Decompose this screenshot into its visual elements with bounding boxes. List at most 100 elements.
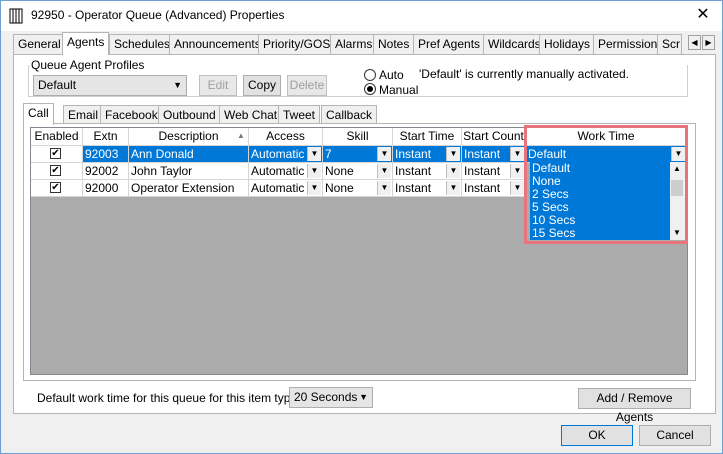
- chevron-down-icon[interactable]: ▼: [510, 147, 524, 161]
- start-count-cell[interactable]: Instant ▼: [462, 163, 526, 180]
- tab-pref-agents[interactable]: Pref Agents: [413, 34, 486, 54]
- enabled-cell[interactable]: ✔: [31, 146, 83, 163]
- tab-schedules[interactable]: Schedules: [109, 34, 176, 54]
- chevron-down-icon: ▼: [173, 80, 182, 90]
- column-header-description[interactable]: Description: [129, 128, 249, 146]
- manual-radio[interactable]: [364, 83, 376, 95]
- tab-alarms[interactable]: Alarms: [330, 34, 378, 54]
- extn-cell: 92000: [83, 180, 129, 197]
- sort-ascending-icon: ▲: [237, 131, 245, 140]
- chevron-down-icon[interactable]: ▼: [510, 164, 524, 178]
- skill-cell[interactable]: None ▼: [323, 163, 393, 180]
- column-header-skill[interactable]: Skill: [323, 128, 393, 146]
- access-cell[interactable]: Automatic ▼: [249, 163, 323, 180]
- chevron-down-icon[interactable]: ▼: [446, 164, 460, 178]
- access-value: Automatic: [251, 164, 305, 178]
- start-time-value: Instant: [395, 181, 432, 195]
- subtab-outbound[interactable]: Outbound: [158, 105, 221, 124]
- extn-cell: 92002: [83, 163, 129, 180]
- window-title: 92950 - Operator Queue (Advanced) Proper…: [31, 8, 285, 22]
- skill-cell[interactable]: None ▼: [323, 180, 393, 197]
- chevron-down-icon[interactable]: ▼: [510, 181, 524, 195]
- subtab-email[interactable]: Email: [63, 105, 104, 124]
- access-cell[interactable]: Automatic ▼: [249, 146, 323, 163]
- subtab-web-chat[interactable]: Web Chat: [219, 105, 283, 124]
- access-value: Automatic: [251, 147, 305, 161]
- chevron-down-icon[interactable]: ▼: [377, 147, 391, 161]
- auto-radio[interactable]: [364, 69, 376, 81]
- column-header-extn[interactable]: Extn: [83, 128, 129, 146]
- start-time-value: Instant: [395, 164, 432, 178]
- activation-status-text: 'Default' is currently manually activate…: [419, 67, 630, 81]
- chevron-down-icon[interactable]: ▼: [307, 181, 321, 195]
- start-count-value: Instant: [464, 164, 501, 178]
- work-time-highlight: [524, 125, 688, 244]
- description-cell: John Taylor: [129, 163, 249, 180]
- column-header-start-time[interactable]: Start Time: [393, 128, 462, 146]
- extn-cell: 92003: [83, 146, 129, 163]
- copy-button[interactable]: Copy: [243, 75, 281, 96]
- enabled-checkbox[interactable]: ✔: [50, 182, 61, 193]
- start-count-value: Instant: [464, 147, 501, 161]
- title-bar: 92950 - Operator Queue (Advanced) Proper…: [1, 1, 722, 31]
- default-work-time-label: Default work time for this queue for thi…: [37, 391, 301, 405]
- skill-value: None: [325, 164, 354, 178]
- start-time-cell[interactable]: Instant ▼: [393, 163, 462, 180]
- subtab-facebook[interactable]: Facebook: [100, 105, 163, 124]
- manual-radio-label: Manual: [379, 83, 419, 97]
- subtab-call[interactable]: Call: [23, 103, 54, 125]
- tab-holidays[interactable]: Holidays: [539, 34, 596, 54]
- start-time-cell[interactable]: Instant ▼: [393, 146, 462, 163]
- enabled-cell[interactable]: ✔: [31, 163, 83, 180]
- tab-scripts[interactable]: Scr: [657, 34, 682, 54]
- chevron-down-icon[interactable]: ▼: [377, 164, 391, 178]
- default-work-time-value: 20 Seconds: [294, 390, 358, 404]
- subtab-tweet[interactable]: Tweet: [278, 105, 321, 124]
- tab-wildcards[interactable]: Wildcards: [483, 34, 546, 54]
- close-icon[interactable]: ✕: [692, 4, 714, 26]
- profile-select-value: Default: [38, 78, 77, 92]
- profile-select[interactable]: Default ▼: [33, 75, 187, 96]
- skill-value: 7: [325, 147, 332, 161]
- tab-announcements[interactable]: Announcements: [169, 34, 266, 54]
- subtab-callback[interactable]: Callback: [321, 105, 378, 124]
- tab-scroll-left-icon[interactable]: ◀: [688, 35, 701, 50]
- chevron-down-icon[interactable]: ▼: [446, 147, 460, 161]
- chevron-down-icon[interactable]: ▼: [307, 164, 321, 178]
- edit-button[interactable]: Edit: [199, 75, 237, 96]
- skill-cell[interactable]: 7 ▼: [323, 146, 393, 163]
- column-header-start-count[interactable]: Start Count: [462, 128, 526, 146]
- tab-scroll-right-icon[interactable]: ▶: [702, 35, 715, 50]
- chevron-down-icon: ▼: [359, 392, 368, 402]
- cancel-button[interactable]: Cancel: [639, 425, 711, 446]
- access-cell[interactable]: Automatic ▼: [249, 180, 323, 197]
- enabled-cell[interactable]: ✔: [31, 180, 83, 197]
- column-header-enabled[interactable]: Enabled: [31, 128, 83, 146]
- default-work-time-select[interactable]: 20 Seconds ▼: [289, 387, 373, 408]
- column-header-access[interactable]: Access: [249, 128, 323, 146]
- tab-priority-gos[interactable]: Priority/GOS: [258, 34, 336, 54]
- tab-notes[interactable]: Notes: [373, 34, 415, 54]
- delete-button[interactable]: Delete: [287, 75, 327, 96]
- chevron-down-icon[interactable]: ▼: [377, 181, 391, 195]
- description-cell: Ann Donald: [129, 146, 249, 163]
- start-count-cell[interactable]: Instant ▼: [462, 146, 526, 163]
- start-count-cell[interactable]: Instant ▼: [462, 180, 526, 197]
- properties-dialog: 92950 - Operator Queue (Advanced) Proper…: [0, 0, 723, 454]
- tab-general[interactable]: General: [13, 34, 66, 54]
- tab-agents[interactable]: Agents: [62, 32, 110, 55]
- skill-value: None: [325, 181, 354, 195]
- add-remove-agents-button[interactable]: Add / Remove Agents: [578, 388, 691, 424]
- start-count-value: Instant: [464, 181, 501, 195]
- app-icon: [9, 8, 23, 24]
- enabled-checkbox[interactable]: ✔: [50, 148, 61, 159]
- chevron-down-icon[interactable]: ▼: [307, 147, 321, 161]
- access-value: Automatic: [251, 181, 305, 195]
- chevron-down-icon[interactable]: ▼: [446, 181, 460, 195]
- start-time-cell[interactable]: Instant ▼: [393, 180, 462, 197]
- start-time-value: Instant: [395, 147, 432, 161]
- ok-button[interactable]: OK: [561, 425, 633, 446]
- enabled-checkbox[interactable]: ✔: [50, 165, 61, 176]
- item-type-tabs: Call Email Facebook Outbound Web Chat Tw…: [23, 103, 443, 125]
- auto-radio-label: Auto: [379, 68, 404, 82]
